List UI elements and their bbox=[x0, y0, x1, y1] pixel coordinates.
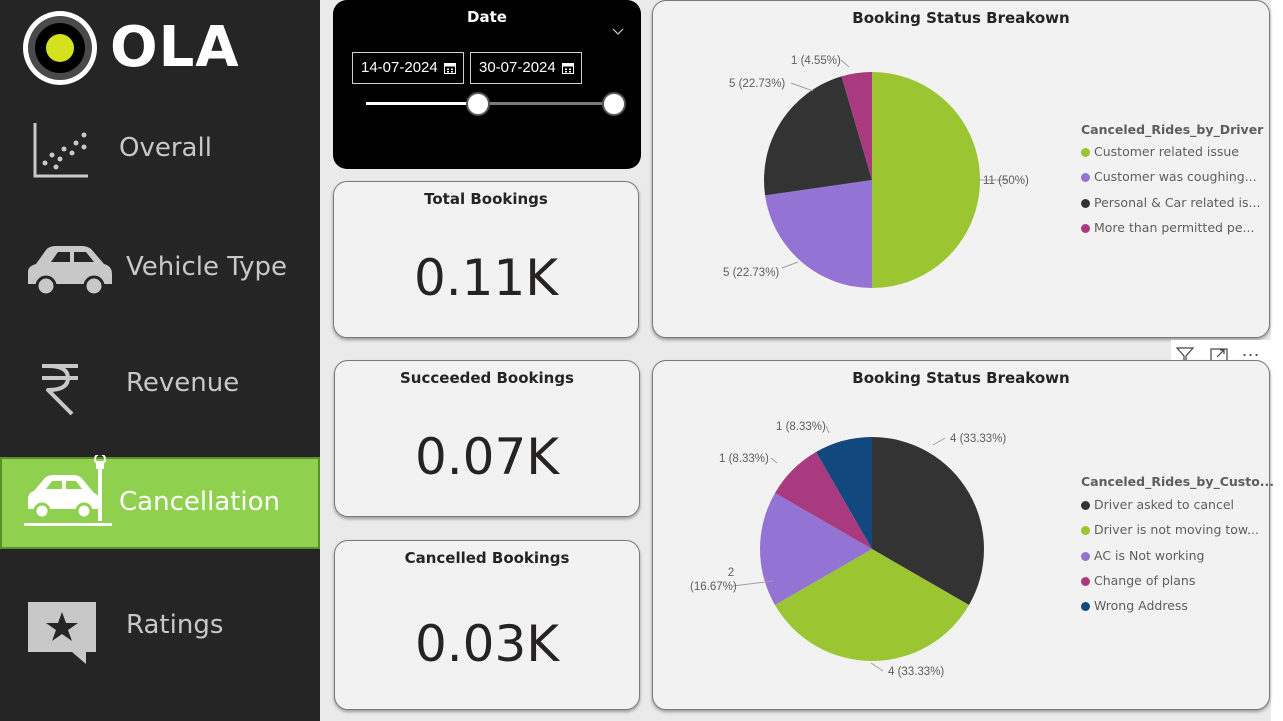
slice-leader-line bbox=[781, 261, 799, 269]
pie-chart-canceled-by-driver[interactable]: Booking Status Breakown 11 (50%) 5 (22.73… bbox=[652, 0, 1270, 338]
legend-dot-icon bbox=[1081, 198, 1090, 208]
slice-leader-line bbox=[790, 82, 814, 92]
legend-title: Canceled_Rides_by_Custo... bbox=[1081, 474, 1275, 489]
kpi-title: Succeeded Bookings bbox=[400, 369, 574, 387]
kpi-card-cancelled-bookings: Cancelled Bookings 0.03K bbox=[334, 540, 640, 710]
nav-label-revenue: Revenue bbox=[126, 368, 240, 398]
start-date-input[interactable]: 14-07-2024 bbox=[352, 52, 464, 84]
legend-label: Customer related issue bbox=[1094, 144, 1239, 159]
slice-leader-line bbox=[825, 425, 830, 434]
rupee-icon bbox=[42, 364, 78, 416]
legend-label: Customer was coughing... bbox=[1094, 169, 1257, 185]
legend-label: More than permitted pe... bbox=[1094, 219, 1255, 235]
legend-label: Driver asked to cancel bbox=[1094, 497, 1235, 512]
canvas-edge bbox=[1271, 0, 1283, 721]
end-range-handle[interactable] bbox=[602, 92, 626, 116]
nav-item-ratings[interactable]: Ratings bbox=[0, 580, 320, 672]
nav-label-ratings: Ratings bbox=[126, 610, 224, 640]
car-crash-icon bbox=[24, 455, 112, 526]
ola-logo: OLA bbox=[20, 10, 260, 90]
end-date-value: 30-07-2024 bbox=[479, 59, 556, 76]
star-comment-icon bbox=[28, 602, 96, 664]
kpi-card-succeeded-bookings: Succeeded Bookings 0.07K bbox=[334, 360, 640, 517]
slice-leader-line bbox=[932, 437, 946, 446]
legend-title: Canceled_Rides_by_Driver bbox=[1081, 122, 1264, 137]
date-slicer-title: Date bbox=[467, 8, 507, 26]
calendar-icon[interactable] bbox=[562, 62, 574, 74]
legend-dot-icon bbox=[1081, 576, 1090, 586]
calendar-icon[interactable] bbox=[444, 62, 456, 74]
slice-data-label: 1 (4.55%) bbox=[791, 55, 841, 67]
pie-slice[interactable] bbox=[872, 72, 980, 288]
start-date-value: 14-07-2024 bbox=[361, 59, 438, 76]
slice-data-label: 1 (8.33%) bbox=[776, 421, 826, 433]
legend-label: AC is Not working bbox=[1094, 547, 1205, 563]
chevron-down-icon[interactable] bbox=[612, 28, 624, 36]
kpi-value: 0.07K bbox=[414, 428, 560, 486]
date-slicer[interactable]: Date 14-07-2024 30-07-2024 bbox=[333, 0, 641, 169]
nav-item-cancellation[interactable]: Cancellation bbox=[0, 455, 320, 549]
slice-data-label: 5 (22.73%) bbox=[723, 267, 779, 279]
slice-data-label: 2 bbox=[728, 567, 734, 579]
more-options-icon[interactable]: ... bbox=[1242, 340, 1260, 361]
nav-item-vehicle-type[interactable]: Vehicle Type bbox=[0, 222, 320, 314]
legend-label: Wrong Address bbox=[1094, 598, 1188, 614]
legend-dot-icon bbox=[1081, 223, 1090, 233]
nav-label-vehicle-type: Vehicle Type bbox=[126, 252, 287, 282]
slice-data-label: 11 (50%) bbox=[983, 175, 1029, 187]
kpi-title: Cancelled Bookings bbox=[404, 549, 570, 567]
slice-data-label: 1 (8.33%) bbox=[719, 453, 769, 465]
brand-name: OLA bbox=[110, 15, 240, 80]
legend-dot-icon bbox=[1081, 501, 1090, 510]
legend-dot-icon bbox=[1081, 148, 1090, 157]
nav-label-cancellation: Cancellation bbox=[119, 487, 281, 517]
slice-data-label: 4 (33.33%) bbox=[888, 666, 944, 678]
start-range-handle[interactable] bbox=[466, 92, 490, 116]
scatter-chart-icon bbox=[33, 123, 88, 178]
kpi-value: 0.11K bbox=[413, 249, 559, 307]
legend-label: Personal & Car related is... bbox=[1094, 194, 1261, 210]
end-date-input[interactable]: 30-07-2024 bbox=[470, 52, 582, 84]
kpi-title: Total Bookings bbox=[424, 190, 548, 208]
legend-dot-icon bbox=[1081, 551, 1090, 561]
pie-chart-canceled-by-customer[interactable]: Booking Status Breakown 4 (33.33%) 4 (33.… bbox=[652, 360, 1274, 710]
slice-leader-line bbox=[840, 59, 850, 68]
nav-item-revenue[interactable]: Revenue bbox=[0, 338, 320, 430]
slice-data-label: 5 (22.73%) bbox=[729, 78, 785, 90]
nav-item-overall[interactable]: Overall bbox=[0, 105, 320, 197]
slice-leader-line bbox=[770, 457, 778, 464]
pie-slice[interactable] bbox=[765, 180, 872, 288]
legend-label: Change of plans bbox=[1094, 572, 1196, 588]
slice-data-label: (16.67%) bbox=[690, 581, 737, 593]
slice-leader-line bbox=[870, 662, 884, 672]
slice-data-label: 4 (33.33%) bbox=[950, 433, 1006, 445]
date-range-fill bbox=[366, 102, 478, 105]
navigation-sidebar: OLA Overall Vehicle Type Revenue Cancell… bbox=[0, 0, 320, 721]
nav-label-overall: Overall bbox=[119, 133, 212, 163]
kpi-value: 0.03K bbox=[414, 615, 560, 673]
legend-label: Driver is not moving tow... bbox=[1094, 522, 1259, 538]
kpi-card-total-bookings: Total Bookings 0.11K bbox=[333, 181, 639, 338]
car-icon bbox=[28, 246, 112, 296]
